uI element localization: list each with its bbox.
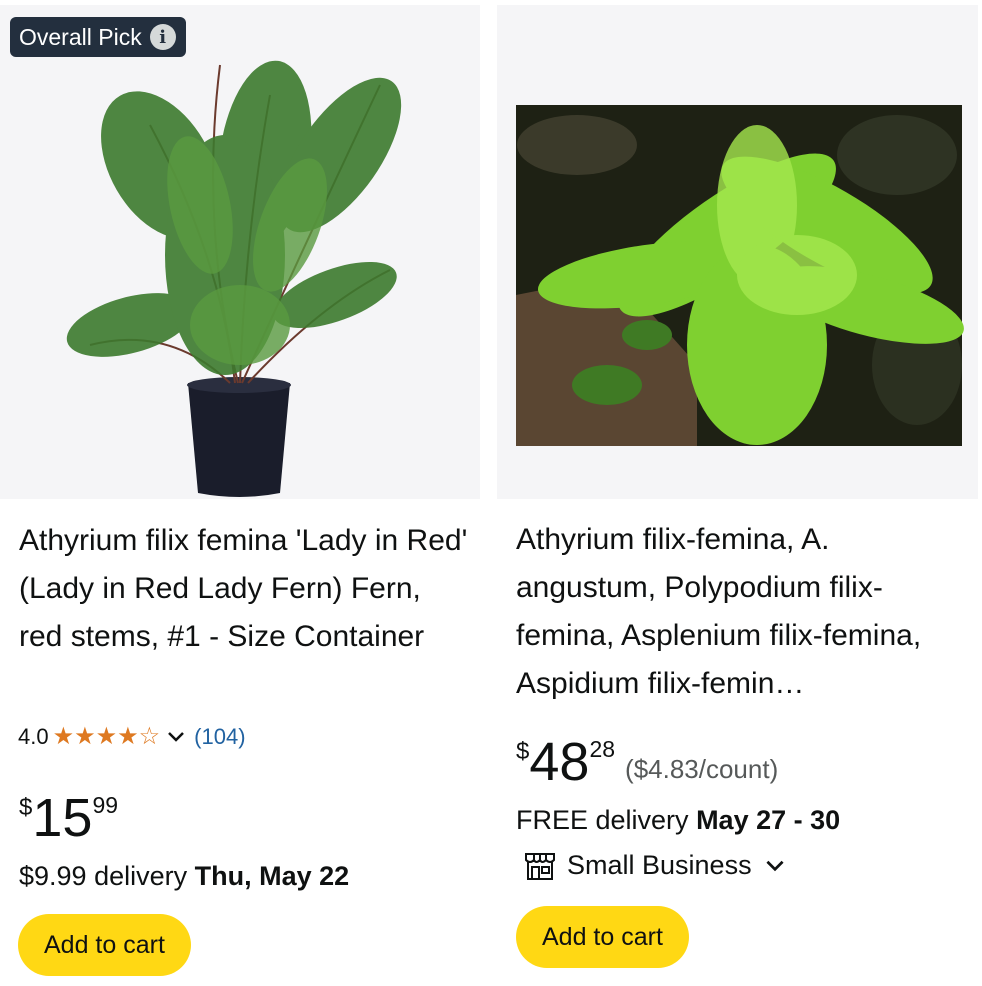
delivery-info: FREE delivery May 27 - 30 (516, 805, 840, 836)
fern-garden-image (516, 105, 964, 446)
storefront-icon (525, 853, 555, 880)
product-image[interactable] (497, 5, 978, 499)
delivery-prefix: $9.99 delivery (19, 861, 188, 891)
star-full-icon: ★ (117, 723, 139, 750)
price-whole: 15 (32, 788, 93, 848)
rating-value: 4.0 (18, 724, 49, 749)
delivery-info: $9.99 delivery Thu, May 22 (19, 861, 349, 892)
add-to-cart-button[interactable]: Add to cart (18, 914, 191, 976)
delivery-date: Thu, May 22 (194, 861, 350, 891)
product-card-2: Athyrium filix-femina, A. angustum, Poly… (497, 0, 982, 986)
add-to-cart-button[interactable]: Add to cart (516, 906, 689, 968)
product-image[interactable]: Overall Pick i (0, 5, 480, 499)
star-full-icon: ★ (74, 723, 96, 750)
price-fraction: 28 (589, 736, 616, 762)
unit-price: ($4.83/count) (625, 754, 779, 784)
product-title[interactable]: Athyrium filix-femina, A. angustum, Poly… (516, 516, 966, 708)
price-symbol: $ (516, 738, 530, 765)
small-business-badge[interactable]: Small Business (523, 848, 788, 882)
price-whole: 48 (529, 732, 590, 792)
star-full-icon: ★ (52, 723, 75, 750)
chevron-down-icon[interactable] (164, 725, 188, 749)
rating-row: 4.0 ★ ★ ★ ★ ☆ (104) (18, 724, 246, 750)
delivery-prefix: FREE delivery (516, 805, 689, 835)
small-business-label: Small Business (567, 849, 752, 880)
price-fraction: 99 (92, 792, 119, 818)
rating-count-link[interactable]: (104) (194, 724, 245, 750)
potted-fern-image (66, 60, 402, 497)
overall-pick-badge: Overall Pick i (10, 17, 186, 57)
star-rating[interactable]: ★ ★ ★ ★ ☆ (53, 725, 161, 749)
delivery-date: May 27 - 30 (696, 805, 841, 835)
star-empty-icon: ☆ (138, 723, 161, 750)
price: $ 48 28 ($4.83/count) (516, 734, 778, 790)
price: $ 15 99 (19, 790, 118, 846)
product-card-1: Overall Pick i Athyrium filix femina 'La… (0, 0, 482, 986)
info-icon[interactable]: i (149, 24, 176, 50)
badge-label: Overall Pick (19, 23, 142, 50)
price-symbol: $ (19, 794, 33, 821)
product-title[interactable]: Athyrium filix femina 'Lady in Red' (Lad… (19, 517, 469, 661)
chevron-down-icon[interactable] (762, 852, 788, 878)
star-full-icon: ★ (95, 723, 118, 750)
